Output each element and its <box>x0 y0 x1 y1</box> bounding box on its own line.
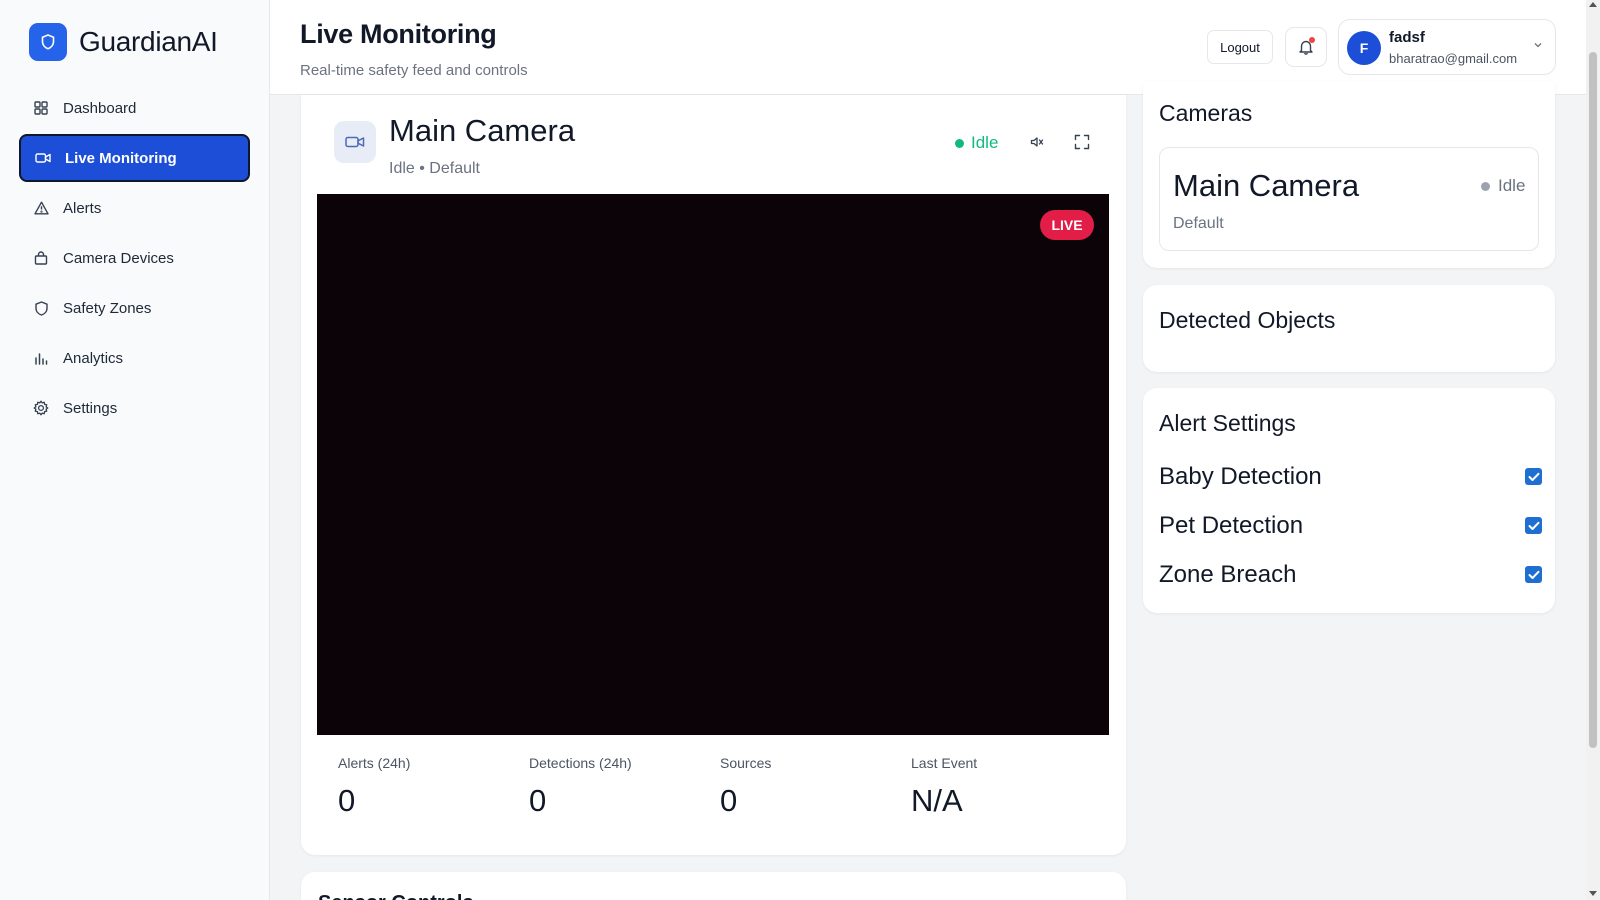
toggle-label: Baby Detection <box>1159 463 1322 490</box>
warning-triangle-icon <box>33 200 49 216</box>
baby-detection-checkbox[interactable] <box>1525 468 1542 485</box>
sidebar-item-label: Dashboard <box>63 99 137 117</box>
camera-stats: Alerts (24h) 0 Detections (24h) 0 Source… <box>338 755 1108 835</box>
sidebar-nav: Dashboard Live Monitoring Alerts Camera … <box>0 84 269 432</box>
stat-label: Detections (24h) <box>529 755 632 771</box>
camera-list-item[interactable]: Main Camera Default Idle <box>1159 147 1539 251</box>
page-subtitle: Real-time safety feed and controls <box>300 62 528 79</box>
sidebar-item-label: Settings <box>63 399 118 417</box>
stat-label: Sources <box>720 755 772 771</box>
camera-title: Main Camera <box>389 113 576 148</box>
main-camera-card: Main Camera Idle • Default Idle LIVE Ale… <box>301 95 1126 855</box>
scroll-up-arrow-icon[interactable] <box>1589 2 1597 7</box>
notification-dot <box>1309 37 1315 43</box>
live-video-feed[interactable]: LIVE <box>317 194 1109 735</box>
check-icon <box>1528 521 1539 530</box>
camera-status-label: Idle <box>1498 176 1526 195</box>
stat-value: 0 <box>338 783 356 818</box>
brand[interactable]: GuardianAI <box>0 0 269 84</box>
alert-settings-panel: Alert Settings Baby Detection Pet Detect… <box>1143 388 1555 613</box>
stat-alerts: Alerts (24h) 0 <box>338 755 410 819</box>
sidebar-item-label: Alerts <box>63 199 102 217</box>
toggle-label: Zone Breach <box>1159 561 1297 588</box>
video-camera-icon <box>35 150 51 166</box>
sidebar-item-analytics[interactable]: Analytics <box>19 334 250 382</box>
page-scrollbar[interactable] <box>1586 0 1600 900</box>
sidebar: GuardianAI Dashboard Live Monitoring Ale… <box>0 0 270 900</box>
sidebar-item-dashboard[interactable]: Dashboard <box>19 84 250 132</box>
live-badge: LIVE <box>1040 210 1094 240</box>
stat-value: N/A <box>911 783 963 818</box>
avatar: F <box>1347 31 1381 65</box>
camera-group: Default <box>1173 215 1224 232</box>
panel-title: Detected Objects <box>1159 307 1336 333</box>
toggle-label: Pet Detection <box>1159 512 1304 539</box>
sidebar-item-label: Analytics <box>63 349 124 367</box>
panel-title: Alert Settings <box>1159 410 1296 436</box>
stat-label: Last Event <box>911 755 978 771</box>
top-header: Live Monitoring Real-time safety feed an… <box>270 0 1586 95</box>
user-name: fadsf <box>1389 29 1425 46</box>
page-title: Live Monitoring <box>300 19 497 49</box>
detected-objects-panel: Detected Objects <box>1143 285 1555 372</box>
sidebar-item-label: Live Monitoring <box>65 149 177 167</box>
toggle-pet-detection[interactable]: Pet Detection <box>1159 510 1542 544</box>
status-dot <box>1481 181 1490 191</box>
video-camera-icon <box>345 136 365 148</box>
sidebar-item-camera-devices[interactable]: Camera Devices <box>19 234 250 282</box>
mute-button[interactable] <box>1026 131 1048 153</box>
fullscreen-button[interactable] <box>1071 131 1093 153</box>
brand-logo <box>29 23 67 61</box>
sidebar-item-safety-zones[interactable]: Safety Zones <box>19 284 250 332</box>
scroll-down-arrow-icon[interactable] <box>1589 891 1597 896</box>
stat-value: 0 <box>529 783 547 818</box>
stat-value: 0 <box>720 783 738 818</box>
chevron-down-icon <box>1534 43 1542 48</box>
stat-sources: Sources 0 <box>720 755 771 819</box>
brand-name: GuardianAI <box>79 26 218 57</box>
camera-icon-box <box>334 121 376 163</box>
sidebar-item-alerts[interactable]: Alerts <box>19 184 250 232</box>
stat-detections: Detections (24h) 0 <box>529 755 632 819</box>
camera-status: Idle <box>1481 176 1525 196</box>
logout-button[interactable]: Logout <box>1207 30 1273 64</box>
user-email: bharatrao@gmail.com <box>1389 51 1518 66</box>
notifications-button[interactable] <box>1285 27 1327 67</box>
status-dot <box>955 138 964 148</box>
gear-icon <box>33 400 49 416</box>
sidebar-item-label: Safety Zones <box>63 299 152 317</box>
sidebar-item-settings[interactable]: Settings <box>19 384 250 432</box>
check-icon <box>1528 472 1539 481</box>
section-title: Sensor Controls <box>318 892 474 900</box>
user-menu[interactable]: F fadsf bharatrao@gmail.com <box>1338 19 1556 75</box>
sensor-controls-card: Sensor Controls <box>301 872 1126 900</box>
grid-icon <box>33 100 49 116</box>
scroll-thumb[interactable] <box>1589 52 1597 748</box>
speaker-mute-icon <box>1030 137 1044 147</box>
stat-label: Alerts (24h) <box>338 755 411 771</box>
sidebar-item-label: Camera Devices <box>63 249 174 267</box>
pet-detection-checkbox[interactable] <box>1525 517 1542 534</box>
bar-chart-icon <box>33 350 49 366</box>
stat-last-event: Last Event N/A <box>911 755 977 819</box>
zone-breach-checkbox[interactable] <box>1525 566 1542 583</box>
camera-status: Idle <box>955 133 998 153</box>
shield-icon <box>33 300 49 316</box>
toggle-baby-detection[interactable]: Baby Detection <box>1159 461 1542 495</box>
check-icon <box>1528 570 1539 579</box>
cameras-panel: Cameras Main Camera Default Idle <box>1143 82 1555 268</box>
panel-title: Cameras <box>1159 100 1253 126</box>
bag-icon <box>33 250 49 266</box>
camera-subtitle: Idle • Default <box>389 160 480 177</box>
fullscreen-icon <box>1074 134 1090 150</box>
camera-name: Main Camera <box>1173 168 1360 203</box>
shield-icon <box>41 34 55 50</box>
camera-status-label: Idle <box>971 133 999 152</box>
toggle-zone-breach[interactable]: Zone Breach <box>1159 559 1542 593</box>
sidebar-item-live-monitoring[interactable]: Live Monitoring <box>19 134 250 182</box>
